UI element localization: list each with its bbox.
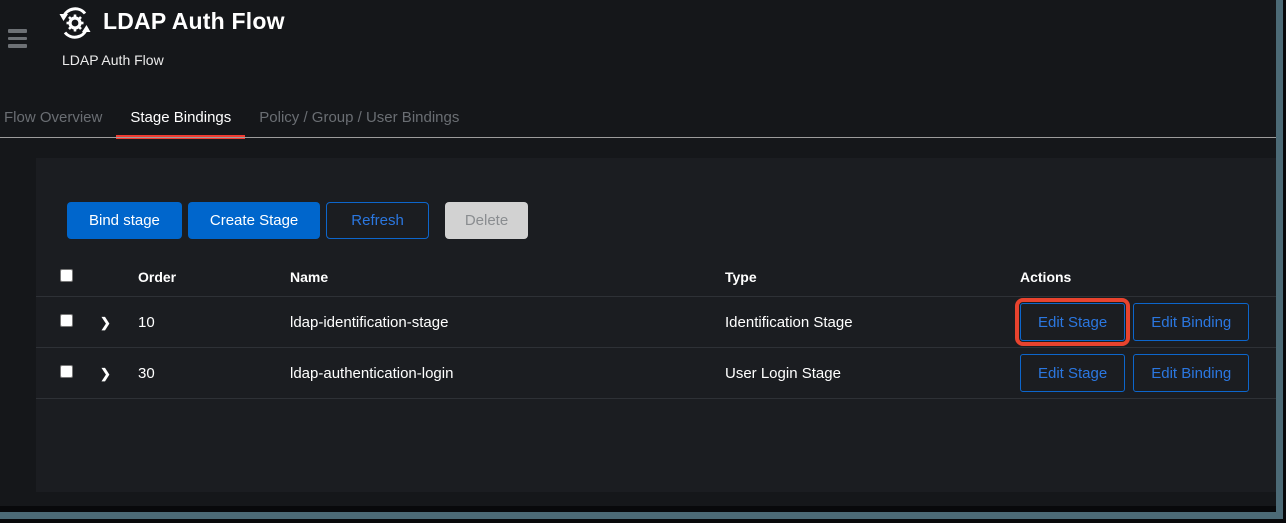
column-header-type: Type — [725, 269, 1020, 285]
row-type: User Login Stage — [725, 365, 1020, 382]
tab-policy-group-user-bindings[interactable]: Policy / Group / User Bindings — [245, 100, 473, 139]
column-header-actions: Actions — [1020, 269, 1276, 285]
row-name: ldap-identification-stage — [290, 314, 725, 331]
edit-stage-button[interactable]: Edit Stage — [1020, 354, 1125, 392]
row-type: Identification Stage — [725, 314, 1020, 331]
row-select-checkbox[interactable] — [60, 314, 73, 327]
column-header-name: Name — [290, 269, 725, 285]
window-edge-right — [1276, 0, 1283, 519]
hamburger-menu-icon[interactable] — [8, 29, 28, 52]
expand-chevron-icon[interactable]: ❯ — [100, 315, 111, 330]
tab-flow-overview[interactable]: Flow Overview — [0, 100, 116, 139]
delete-button[interactable]: Delete — [445, 202, 528, 239]
column-header-order: Order — [138, 269, 290, 285]
table-row: ❯ 10 ldap-identification-stage Identific… — [36, 297, 1276, 348]
row-order: 30 — [138, 365, 290, 382]
edit-binding-button[interactable]: Edit Binding — [1133, 303, 1249, 341]
flow-process-gear-icon — [58, 6, 92, 40]
row-order: 10 — [138, 314, 290, 331]
page-subtitle: LDAP Auth Flow — [62, 52, 164, 68]
stage-bindings-panel: Bind stage Create Stage Refresh Delete O… — [36, 158, 1276, 492]
create-stage-button[interactable]: Create Stage — [188, 202, 320, 239]
table-header-row: Order Name Type Actions — [36, 258, 1276, 297]
row-select-checkbox[interactable] — [60, 365, 73, 378]
bind-stage-button[interactable]: Bind stage — [67, 202, 182, 239]
table-row: ❯ 30 ldap-authentication-login User Logi… — [36, 348, 1276, 399]
page-title: LDAP Auth Flow — [103, 8, 285, 35]
edit-stage-button[interactable]: Edit Stage — [1020, 303, 1125, 341]
expand-chevron-icon[interactable]: ❯ — [100, 366, 111, 381]
refresh-button[interactable]: Refresh — [326, 202, 429, 239]
toolbar: Bind stage Create Stage Refresh Delete — [36, 158, 1276, 239]
select-all-checkbox[interactable] — [60, 269, 73, 282]
edit-binding-button[interactable]: Edit Binding — [1133, 354, 1249, 392]
tabs-divider — [0, 137, 1277, 138]
tab-bar: Flow Overview Stage Bindings Policy / Gr… — [0, 100, 473, 139]
row-name: ldap-authentication-login — [290, 365, 725, 382]
stage-bindings-table: Order Name Type Actions ❯ 10 ldap-identi… — [36, 258, 1276, 399]
tab-stage-bindings[interactable]: Stage Bindings — [116, 100, 245, 139]
app-viewport: LDAP Auth Flow LDAP Auth Flow Flow Overv… — [0, 0, 1277, 506]
window-edge-bottom — [0, 512, 1283, 519]
